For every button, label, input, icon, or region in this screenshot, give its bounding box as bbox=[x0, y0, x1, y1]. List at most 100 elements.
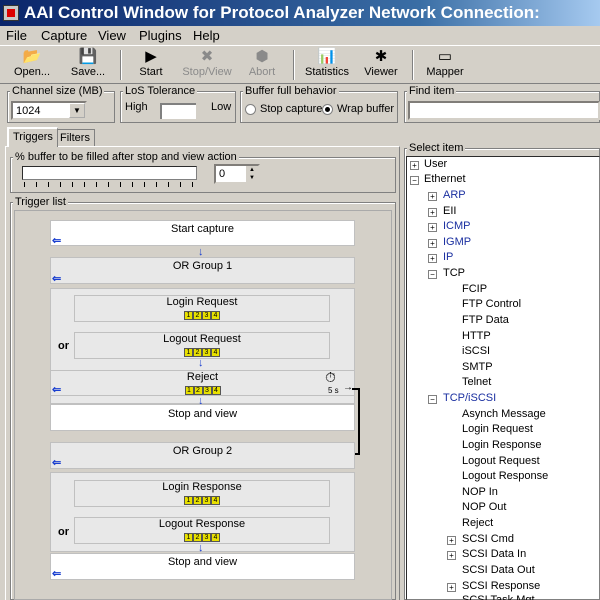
tree-item-arp[interactable]: ARP bbox=[443, 189, 466, 201]
tree-item-nop-out[interactable]: NOP Out bbox=[462, 501, 506, 513]
bar-chart-icon: 📊 bbox=[317, 48, 337, 65]
channel-size-select[interactable]: 1024 ▼ bbox=[11, 101, 87, 120]
menu-view[interactable]: View bbox=[98, 28, 126, 43]
spin-up-icon[interactable]: ▲ bbox=[246, 166, 258, 174]
menu-bar: File Capture View Plugins Help bbox=[0, 26, 600, 46]
tree-item-telnet[interactable]: Telnet bbox=[462, 376, 491, 388]
menu-plugins[interactable]: Plugins bbox=[139, 28, 182, 43]
tree-item-ftp-control[interactable]: FTP Control bbox=[462, 298, 521, 310]
viewer-icon: ✱ bbox=[374, 48, 388, 65]
expand-icon[interactable]: + bbox=[428, 254, 437, 263]
left-arrow-icon: ⇐ bbox=[52, 273, 62, 285]
or-group1-node[interactable]: OR Group 1 bbox=[50, 257, 355, 284]
tree-item-scsi-cmd[interactable]: SCSI Cmd bbox=[462, 533, 514, 545]
buffer-fill-label: % buffer to be filled after stop and vie… bbox=[13, 151, 239, 163]
tree-item-nop-in[interactable]: NOP In bbox=[462, 486, 498, 498]
tree-item-ip[interactable]: IP bbox=[443, 251, 453, 263]
collapse-icon[interactable]: − bbox=[428, 395, 437, 404]
buffer-fill-spinner[interactable]: 0 ▲ ▼ bbox=[214, 164, 260, 184]
tree-item-tcp[interactable]: TCP bbox=[443, 267, 465, 279]
tree-item-scsi-data-out[interactable]: SCSI Data Out bbox=[462, 564, 535, 576]
expand-icon[interactable]: + bbox=[447, 536, 456, 545]
slider-ticks bbox=[24, 182, 199, 187]
wrap-buffer-label: Wrap buffer bbox=[337, 103, 395, 115]
tab-triggers[interactable]: Triggers bbox=[7, 127, 58, 147]
find-item-input[interactable] bbox=[408, 101, 600, 120]
tree-item-smtp[interactable]: SMTP bbox=[462, 361, 493, 373]
collapse-icon[interactable]: − bbox=[410, 176, 419, 185]
open-button[interactable]: 📂 Open... bbox=[12, 48, 52, 82]
play-icon: ▶ bbox=[145, 48, 157, 65]
tab-filters[interactable]: Filters bbox=[55, 129, 95, 147]
los-low-label: Low bbox=[211, 101, 232, 113]
expand-icon[interactable]: + bbox=[428, 239, 437, 248]
floppy-icon: 💾 bbox=[78, 48, 98, 65]
channel-selector: 1234 bbox=[184, 533, 220, 542]
or-label: or bbox=[58, 526, 69, 538]
tree-item-reject[interactable]: Reject bbox=[462, 517, 493, 529]
tree-item-login-request[interactable]: Login Request bbox=[462, 423, 533, 435]
tree-item-login-response[interactable]: Login Response bbox=[462, 439, 542, 451]
expand-icon[interactable]: + bbox=[428, 192, 437, 201]
tree-item-asynch-message[interactable]: Asynch Message bbox=[462, 408, 546, 420]
login-request-node[interactable]: Login Request 1 2 3 4 bbox=[74, 295, 330, 322]
down-arrow-icon: ↓ bbox=[198, 357, 204, 369]
tree-item-ftp-data[interactable]: FTP Data bbox=[462, 314, 509, 326]
tree-item-scsi-data-in[interactable]: SCSI Data In bbox=[462, 548, 526, 560]
expand-icon[interactable]: + bbox=[447, 551, 456, 560]
logout-response-node[interactable]: Logout Response 1 2 3 4 bbox=[74, 517, 330, 544]
tree-item-iscsi[interactable]: iSCSI bbox=[462, 345, 490, 357]
stopwatch-icon: ⏱ bbox=[325, 369, 336, 385]
tree-item-http[interactable]: HTTP bbox=[462, 330, 491, 342]
tree-item-scsi-task-mgt[interactable]: SCSI Task Mgt bbox=[462, 594, 535, 600]
menu-capture[interactable]: Capture bbox=[41, 28, 87, 43]
abort-button[interactable]: ⬢ Abort bbox=[245, 48, 279, 82]
stop-view-button[interactable]: ✖ Stop/View bbox=[180, 48, 234, 82]
collapse-icon[interactable]: − bbox=[428, 270, 437, 279]
start-button[interactable]: ▶ Start bbox=[134, 48, 168, 82]
login-response-node[interactable]: Login Response 1 2 3 4 bbox=[74, 480, 330, 507]
window-title: AAI Control Window for Protocol Analyzer… bbox=[24, 3, 540, 22]
stop-capture-radio[interactable] bbox=[245, 104, 256, 115]
statistics-button[interactable]: 📊 Statistics bbox=[302, 48, 352, 82]
tree-item-scsi-response[interactable]: SCSI Response bbox=[462, 580, 540, 592]
or-group2-node[interactable]: OR Group 2 bbox=[50, 442, 355, 469]
expand-icon[interactable]: + bbox=[447, 583, 456, 592]
title-bar: AAI Control Window for Protocol Analyzer… bbox=[0, 0, 600, 26]
left-arrow-icon: ⇐ bbox=[52, 235, 62, 247]
logout-request-node[interactable]: Logout Request 1 2 3 4 bbox=[74, 332, 330, 359]
wrap-buffer-radio[interactable] bbox=[322, 104, 333, 115]
tree-item-fcip[interactable]: FCIP bbox=[462, 283, 487, 295]
tree-item-eii[interactable]: EII bbox=[443, 205, 456, 217]
menu-file[interactable]: File bbox=[6, 28, 27, 43]
expand-icon[interactable]: + bbox=[428, 208, 437, 217]
tree-item-logout-request[interactable]: Logout Request bbox=[462, 455, 540, 467]
expand-icon[interactable]: + bbox=[410, 161, 419, 170]
los-tolerance-input[interactable] bbox=[160, 103, 196, 119]
stop-and-view-node-2[interactable]: Stop and view bbox=[50, 553, 355, 580]
select-item-label: Select item bbox=[407, 142, 466, 154]
chevron-down-icon[interactable]: ▼ bbox=[69, 103, 85, 118]
spin-down-icon[interactable]: ▼ bbox=[246, 174, 258, 182]
expand-icon[interactable]: + bbox=[428, 223, 437, 232]
channel-selector: 1234 bbox=[184, 348, 220, 357]
channel-selector: 1234 bbox=[184, 311, 220, 320]
toolbar-separator bbox=[293, 50, 295, 80]
tree-item-tcp-iscsi[interactable]: TCP/iSCSI bbox=[443, 392, 496, 404]
tree-item-icmp[interactable]: ICMP bbox=[443, 220, 471, 232]
mapper-button[interactable]: ▭ Mapper bbox=[424, 48, 466, 82]
start-capture-node[interactable]: Start capture bbox=[50, 220, 355, 246]
buffer-fill-slider[interactable] bbox=[22, 166, 197, 180]
save-button[interactable]: 💾 Save... bbox=[66, 48, 110, 82]
stop-and-view-node-1[interactable]: Stop and view bbox=[50, 404, 355, 431]
tree-item-igmp[interactable]: IGMP bbox=[443, 236, 471, 248]
left-arrow-icon: ⇐ bbox=[52, 568, 62, 580]
tree-item-ethernet[interactable]: Ethernet bbox=[424, 173, 466, 185]
reject-node[interactable]: Reject 1 2 3 4 bbox=[50, 370, 355, 396]
tree-item-user[interactable]: User bbox=[424, 158, 447, 170]
app-icon bbox=[3, 5, 19, 21]
tree-item-logout-response[interactable]: Logout Response bbox=[462, 470, 548, 482]
menu-help[interactable]: Help bbox=[193, 28, 220, 43]
los-tolerance-label: LoS Tolerance bbox=[123, 85, 198, 97]
viewer-button[interactable]: ✱ Viewer bbox=[362, 48, 400, 82]
